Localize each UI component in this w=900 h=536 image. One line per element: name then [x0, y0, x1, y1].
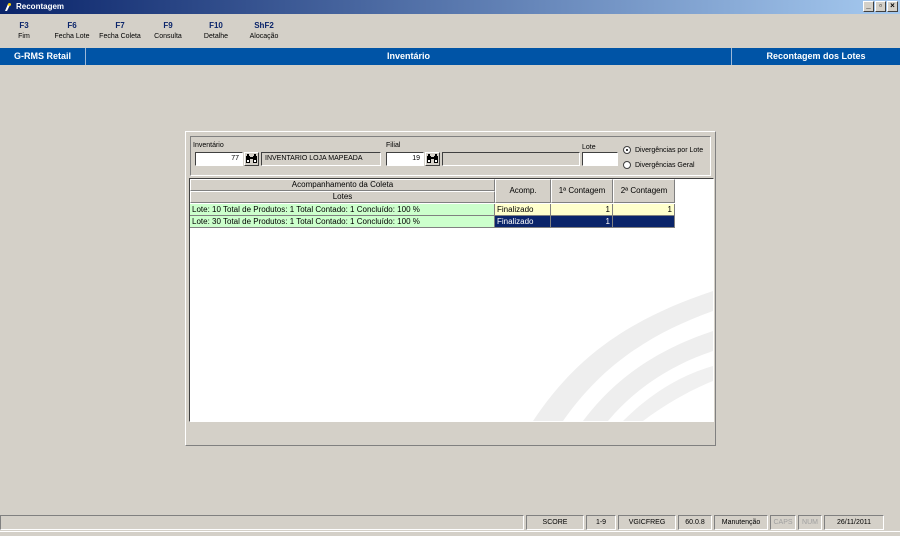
- divergencias-por-lote-radio[interactable]: Divergências por Lote: [623, 146, 703, 154]
- lote-cell: Lote: 30 Total de Produtos: 1 Total Cont…: [190, 216, 495, 228]
- bottom-strip: [0, 531, 900, 536]
- close-button[interactable]: ×: [887, 1, 898, 12]
- filial-description: [442, 152, 580, 166]
- status-score: SCORE: [526, 515, 584, 530]
- fkey-label: Detalhe: [203, 33, 229, 40]
- inventario-field[interactable]: 77: [195, 152, 243, 166]
- status-num: NUM: [798, 515, 822, 530]
- window-title: Recontagem: [16, 2, 65, 11]
- lote-cell: Lote: 10 Total de Produtos: 1 Total Cont…: [190, 204, 495, 216]
- lote-label: Lote: [582, 144, 596, 151]
- column-header-acomp[interactable]: Acomp.: [495, 179, 551, 203]
- restore-button[interactable]: ▫: [875, 1, 886, 12]
- fkey-code: F6: [67, 21, 77, 30]
- fkey-code: F3: [19, 21, 29, 30]
- recontagem-panel: Inventário 77 INVENTARIO LOJA MAPEADA Fi…: [185, 131, 716, 446]
- coleta-grid[interactable]: Acompanhamento da Coleta Lotes Acomp. 1ª…: [189, 178, 714, 422]
- status-mode: Manutenção: [714, 515, 768, 530]
- radio-unselected-icon: [623, 161, 631, 169]
- module-name: Inventário: [386, 51, 430, 61]
- fkey-code: F9: [163, 21, 173, 30]
- fkey-alocacao-button[interactable]: ShF2 Alocação: [240, 15, 288, 47]
- panel-footer: [189, 424, 714, 444]
- fkey-code: ShF2: [254, 21, 274, 30]
- inventario-description: INVENTARIO LOJA MAPEADA: [261, 152, 381, 166]
- fkey-label: Consulta: [154, 33, 182, 40]
- contagem-1-cell: 1: [551, 216, 613, 228]
- contagem-2-cell: 1: [613, 204, 675, 216]
- column-header-lotes[interactable]: Lotes: [190, 191, 495, 203]
- lote-field[interactable]: [582, 152, 618, 166]
- acomp-cell: Finalizado: [495, 204, 551, 216]
- fkey-label: Alocação: [249, 33, 279, 40]
- status-program: VGICFREG: [618, 515, 676, 530]
- fkey-label: Fim: [18, 33, 30, 40]
- status-message: [0, 515, 524, 530]
- acomp-cell: Finalizado: [495, 216, 551, 228]
- status-bar: SCORE 1-9 VGICFREG 60.0.8 Manutenção CAP…: [0, 515, 900, 530]
- filial-search-button[interactable]: [425, 152, 440, 166]
- radio-label: Divergências por Lote: [635, 146, 704, 154]
- inventario-label: Inventário: [193, 142, 224, 149]
- status-version: 60.0.8: [678, 515, 712, 530]
- status-range: 1-9: [586, 515, 616, 530]
- binoculars-icon: [246, 154, 257, 163]
- status-caps: CAPS: [770, 515, 796, 530]
- fkey-code: F10: [209, 21, 223, 30]
- fkey-fecha-coleta-button[interactable]: F7 Fecha Coleta: [96, 15, 144, 47]
- app-icon: [3, 2, 13, 12]
- inventario-search-button[interactable]: [244, 152, 259, 166]
- module-header-bar: G-RMS Retail Inventário Recontagem dos L…: [0, 48, 900, 65]
- status-date: 26/11/2011: [824, 515, 884, 530]
- fkey-consulta-button[interactable]: F9 Consulta: [144, 15, 192, 47]
- function-key-toolbar: F3 Fim F6 Fecha Lote F7 Fecha Coleta F9 Cons…: [0, 15, 288, 47]
- column-header-contagem-2[interactable]: 2ª Contagem: [613, 179, 675, 203]
- contagem-2-cell: [613, 216, 675, 228]
- binoculars-icon: [427, 154, 438, 163]
- fkey-fecha-lote-button[interactable]: F6 Fecha Lote: [48, 15, 96, 47]
- filter-group: Inventário 77 INVENTARIO LOJA MAPEADA Fi…: [190, 136, 711, 176]
- divergencias-geral-radio[interactable]: Divergências Geral: [623, 161, 695, 169]
- minimize-button[interactable]: _: [863, 1, 874, 12]
- app-name: G-RMS Retail: [0, 48, 86, 65]
- fkey-label: Fecha Lote: [54, 33, 90, 40]
- fkey-detalhe-button[interactable]: F10 Detalhe: [192, 15, 240, 47]
- column-header-contagem-1[interactable]: 1ª Contagem: [551, 179, 613, 203]
- watermark-swoosh: [533, 291, 713, 421]
- window-title-bar[interactable]: Recontagem _ ▫ ×: [0, 0, 900, 14]
- filial-field[interactable]: 19: [386, 152, 424, 166]
- radio-label: Divergências Geral: [635, 161, 695, 169]
- radio-selected-icon: [623, 146, 631, 154]
- group-header: Acompanhamento da Coleta: [190, 179, 495, 191]
- screen-name: Recontagem dos Lotes: [731, 48, 900, 65]
- contagem-1-cell: 1: [551, 204, 613, 216]
- fkey-label: Fecha Coleta: [99, 33, 141, 40]
- fkey-fim-button[interactable]: F3 Fim: [0, 15, 48, 47]
- fkey-code: F7: [115, 21, 125, 30]
- filial-label: Filial: [386, 142, 401, 149]
